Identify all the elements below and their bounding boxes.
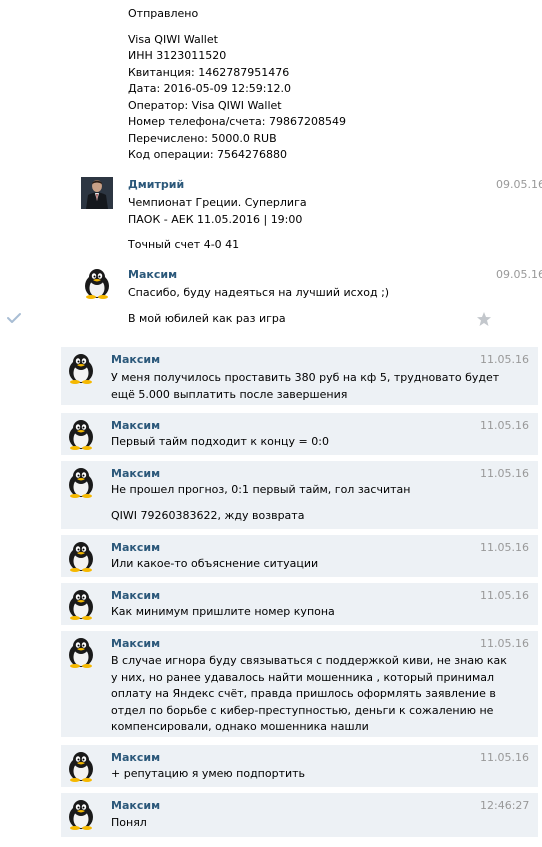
message-time[interactable]: 11.05.16 — [480, 751, 529, 764]
message-line: Перечислено: 5000.0 RUB — [128, 131, 277, 145]
message-author[interactable]: Максим — [111, 589, 160, 602]
message-body: + репутацию я умею подпортить — [111, 766, 305, 783]
message-line: ИНН 3123011520 — [128, 49, 227, 62]
message-item[interactable]: Максим 11.05.16 В случае игнора буду свя… — [61, 631, 538, 737]
message-line: компенсировали, однако мошенника нашли — [111, 720, 369, 733]
message-author[interactable]: Максим — [111, 751, 160, 764]
message-body: Как минимум пришлите номер купона — [111, 604, 335, 621]
message-line: Спасибо, буду надеяться на лучший исход … — [128, 286, 390, 299]
penguin-avatar[interactable] — [65, 540, 97, 572]
message-item[interactable]: Максим 11.05.16 Первый тайм подходит к к… — [61, 413, 538, 455]
message-body: У меня получилось проставить 380 руб на … — [111, 370, 499, 403]
penguin-avatar[interactable] — [65, 798, 97, 830]
penguin-avatar[interactable] — [81, 267, 113, 299]
message-line: Код операции: 7564276880 — [128, 148, 288, 161]
message-line: Квитанция: 1462787951476 — [128, 65, 290, 79]
message-body: Чемпионат Греции. Суперлига ПАОК - АЕК 1… — [128, 195, 307, 254]
message-author[interactable]: Максим — [111, 541, 160, 554]
message-line: В мой юбилей как раз игра — [128, 311, 286, 325]
message-line: У меня получилось проставить 380 руб на … — [111, 371, 500, 384]
penguin-avatar[interactable] — [65, 750, 97, 782]
message-line: Дата: 2016-05-09 12:59:12.0 — [128, 82, 292, 95]
message-author[interactable]: Максим — [111, 353, 160, 366]
message-item[interactable]: Максим 11.05.16 Или какое-то объяснение … — [61, 535, 538, 577]
message-time[interactable]: 12:46:27 — [480, 799, 529, 812]
message-time[interactable]: 09.05.16 — [496, 268, 542, 281]
penguin-avatar[interactable] — [65, 588, 97, 620]
message-line: + репутацию я умею подпортить — [111, 767, 306, 780]
man-in-suit-icon — [81, 177, 113, 209]
message-line: Понял — [111, 816, 147, 829]
message-line: Как минимум пришлите номер купона — [111, 605, 335, 618]
message-item[interactable]: Максим 11.05.16 Не прошел прогноз, 0:1 п… — [61, 461, 538, 529]
penguin-icon — [69, 800, 93, 830]
message-line: ещё 5.000 выплатить после завершения — [111, 387, 348, 401]
penguin-avatar[interactable] — [65, 466, 97, 498]
message-time[interactable]: 11.05.16 — [480, 419, 529, 432]
message-author[interactable]: Максим — [111, 419, 160, 432]
receipt-message: Отправлено Visa QIWI Wallet ИНН 31230115… — [128, 6, 528, 164]
message-body: Первый тайм подходит к концу = 0:0 — [111, 434, 329, 451]
message-body: Не прошел прогноз, 0:1 первый тайм, гол … — [111, 482, 410, 524]
message-line: оплату на Яндекс счёт, правда пришлось о… — [111, 687, 496, 700]
message-line: отдел по борьбе с кибер-преступностью, д… — [111, 703, 494, 717]
penguin-icon — [69, 420, 93, 450]
message-body: Понял — [111, 815, 147, 832]
message-line: QIWI 79260383622, жду возврата — [111, 508, 305, 522]
message-item[interactable]: Максим 11.05.16 У меня получилось проста… — [61, 347, 538, 405]
message-item[interactable]: Максим 09.05.16 Спасибо, буду надеяться … — [0, 264, 542, 336]
message-line: Чемпионат Греции. Суперлига — [128, 196, 307, 209]
message-line: Первый тайм подходит к концу = 0:0 — [111, 435, 329, 448]
check-icon[interactable] — [6, 311, 22, 325]
message-author[interactable]: Максим — [111, 467, 160, 480]
message-line: ПАОК - АЕК 11.05.2016 | 19:00 — [128, 212, 303, 226]
star-icon[interactable] — [476, 311, 492, 327]
message-line: Или какое-то объяснение ситуации — [111, 557, 319, 570]
message-line: Не прошел прогноз, 0:1 первый тайм, гол … — [111, 483, 411, 496]
penguin-avatar[interactable] — [65, 352, 97, 384]
penguin-icon — [69, 542, 93, 572]
penguin-icon — [69, 468, 93, 498]
message-author[interactable]: Максим — [111, 799, 160, 812]
message-item[interactable]: Максим 11.05.16 + репутацию я умею подпо… — [61, 745, 538, 787]
penguin-avatar[interactable] — [65, 636, 97, 668]
message-item[interactable]: Максим 11.05.16 Как минимум пришлите ном… — [61, 583, 538, 625]
message-time[interactable]: 11.05.16 — [480, 589, 529, 602]
message-body: В случае игнора буду связываться с подде… — [111, 653, 507, 736]
message-line: у них, но ранее удавалось найти мошенник… — [111, 670, 495, 684]
message-line: Visa QIWI Wallet — [128, 32, 218, 46]
penguin-avatar[interactable] — [65, 418, 97, 450]
message-line: Оператор: Visa QIWI Wallet — [128, 98, 282, 112]
message-time[interactable]: 11.05.16 — [480, 637, 529, 650]
man-in-suit-avatar[interactable] — [81, 177, 113, 209]
message-item[interactable]: Дмитрий 09.05.16 Чемпионат Греции. Супер… — [0, 174, 542, 256]
penguin-icon — [69, 354, 93, 384]
penguin-icon — [69, 752, 93, 782]
message-body: Или какое-то объяснение ситуации — [111, 556, 318, 573]
message-line: Точный счет 4-0 41 — [128, 238, 240, 251]
message-item[interactable]: Максим 12:46:27 Понял — [61, 793, 538, 837]
penguin-icon — [85, 269, 109, 299]
message-time[interactable]: 11.05.16 — [480, 541, 529, 554]
penguin-icon — [69, 638, 93, 668]
message-author[interactable]: Дмитрий — [128, 178, 184, 191]
message-time[interactable]: 11.05.16 — [480, 467, 529, 480]
message-line: Номер телефона/счета: 79867208549 — [128, 115, 346, 128]
message-line: Отправлено — [128, 7, 199, 20]
message-line: В случае игнора буду связываться с подде… — [111, 654, 507, 667]
message-author[interactable]: Максим — [128, 268, 177, 281]
message-author[interactable]: Максим — [111, 637, 160, 650]
message-time[interactable]: 11.05.16 — [480, 353, 529, 366]
message-body: Спасибо, буду надеяться на лучший исход … — [128, 285, 389, 327]
message-time[interactable]: 09.05.16 — [496, 178, 542, 191]
penguin-icon — [69, 590, 93, 620]
